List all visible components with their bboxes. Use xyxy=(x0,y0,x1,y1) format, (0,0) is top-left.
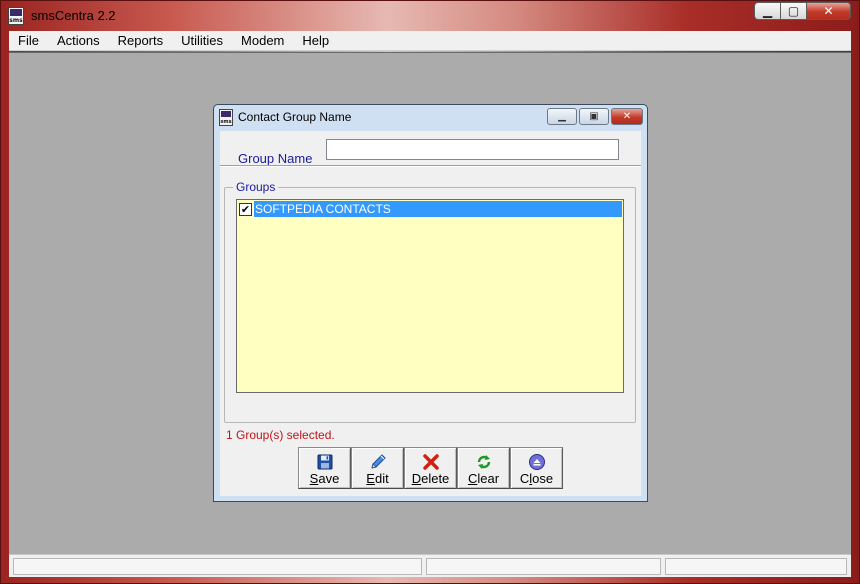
save-label: Save xyxy=(309,471,340,486)
clear-label: Clear xyxy=(467,471,500,486)
close-window-button[interactable]: ✕ xyxy=(806,2,851,20)
group-checkbox[interactable]: ✔ xyxy=(239,202,252,216)
dialog-title: Contact Group Name xyxy=(238,110,352,124)
minimize-icon: ▁ xyxy=(762,4,773,18)
status-panel-2 xyxy=(425,557,661,575)
menu-file[interactable]: File xyxy=(9,31,48,51)
menu-actions[interactable]: Actions xyxy=(48,31,109,51)
menu-utilities[interactable]: Utilities xyxy=(172,31,232,51)
save-button[interactable]: Save xyxy=(298,447,351,489)
contact-group-dialog: sms Contact Group Name ▁ ▣ ✕ Group Name … xyxy=(213,104,648,502)
close-icon: ✕ xyxy=(622,111,632,122)
groups-list[interactable]: ✔ SOFTPEDIA CONTACTS xyxy=(236,199,624,393)
pencil-icon xyxy=(369,453,387,471)
status-panel-1 xyxy=(13,557,422,575)
title-bar[interactable]: sms smsCentra 2.2 ▁ ▢ ✕ xyxy=(1,1,859,31)
close-label: Close xyxy=(519,471,554,486)
window-title: smsCentra 2.2 xyxy=(31,8,116,23)
minimize-button[interactable]: ▁ xyxy=(754,2,781,20)
dialog-body: Group Name Groups ✔ SOFTPEDIA CONTACTS 1… xyxy=(220,131,641,496)
menu-bar: File Actions Reports Utilities Modem Hel… xyxy=(9,31,851,51)
menu-modem[interactable]: Modem xyxy=(232,31,293,51)
app-icon-text: sms xyxy=(9,17,23,24)
window-controls: ▁ ▢ ✕ xyxy=(754,2,851,20)
restore-icon: ▣ xyxy=(589,111,599,122)
eject-circle-icon xyxy=(528,453,546,471)
group-name-label: Group Name xyxy=(238,151,313,166)
selection-status: 1 Group(s) selected. xyxy=(226,428,335,442)
group-name-input[interactable] xyxy=(326,139,619,160)
dialog-icon: sms xyxy=(219,109,233,126)
dialog-title-bar[interactable]: sms Contact Group Name ▁ ▣ ✕ xyxy=(214,105,647,130)
maximize-button[interactable]: ▢ xyxy=(780,2,807,20)
status-bar xyxy=(9,554,851,577)
dialog-minimize-button[interactable]: ▁ xyxy=(547,108,577,125)
edit-label: Edit xyxy=(366,471,389,486)
floppy-disk-icon xyxy=(316,453,334,471)
delete-label: Delete xyxy=(411,471,450,486)
delete-button[interactable]: Delete xyxy=(404,447,457,489)
group-item-label[interactable]: SOFTPEDIA CONTACTS xyxy=(254,201,622,217)
edit-button[interactable]: Edit xyxy=(351,447,404,489)
dialog-controls: ▁ ▣ ✕ xyxy=(547,108,643,125)
close-icon: ✕ xyxy=(823,4,834,18)
groups-label: Groups xyxy=(233,180,279,194)
close-button[interactable]: Close xyxy=(510,447,563,489)
menu-reports[interactable]: Reports xyxy=(109,31,173,51)
divider xyxy=(220,165,641,167)
button-row: Save Edit Delete Clear Close xyxy=(298,447,563,489)
dialog-close-button[interactable]: ✕ xyxy=(611,108,643,125)
status-panel-3 xyxy=(664,557,847,575)
minimize-icon: ▁ xyxy=(558,111,566,122)
dialog-restore-button[interactable]: ▣ xyxy=(579,108,609,125)
app-icon: sms xyxy=(8,7,24,25)
checkmark-icon: ✔ xyxy=(240,202,251,216)
list-item[interactable]: ✔ SOFTPEDIA CONTACTS xyxy=(238,201,622,217)
refresh-arrows-icon xyxy=(475,453,493,471)
dialog-icon-text: sms xyxy=(220,119,232,125)
clear-button[interactable]: Clear xyxy=(457,447,510,489)
maximize-icon: ▢ xyxy=(787,4,800,18)
groups-frame: Groups ✔ SOFTPEDIA CONTACTS xyxy=(224,180,636,423)
menu-help[interactable]: Help xyxy=(293,31,338,51)
red-x-icon xyxy=(422,453,440,471)
